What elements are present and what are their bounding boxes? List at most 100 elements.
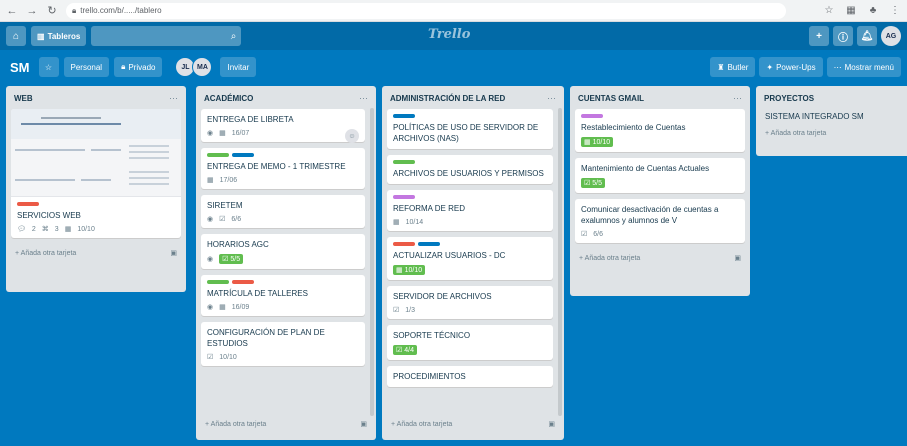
card-badges: ▦ 10/10: [581, 137, 739, 147]
card[interactable]: ENTREGA DE MEMO - 1 TRIMESTRE ▦ 17/06: [201, 148, 365, 189]
scrollbar[interactable]: [370, 108, 374, 416]
label-red: [17, 202, 39, 206]
star-icon: ☆: [44, 62, 53, 72]
template-icon[interactable]: ▣: [360, 420, 367, 428]
card-labels: [393, 160, 547, 164]
checklist-count: 5/5: [230, 255, 241, 263]
list-header[interactable]: WEB ⋯: [11, 90, 181, 106]
card-badges: ☑ 1/3: [393, 306, 547, 315]
card-cover-image: [11, 109, 181, 197]
card[interactable]: CONFIGURACIÓN DE PLAN DE ESTUDIOS ☑ 10/10: [201, 322, 365, 366]
card-labels: [17, 202, 175, 206]
star-icon[interactable]: ☆: [823, 5, 835, 17]
label-purple: [393, 195, 415, 199]
list-title[interactable]: ADMINISTRACIÓN DE LA RED: [390, 94, 505, 103]
card[interactable]: SERVIDOR DE ARCHIVOS ☑ 1/3: [387, 286, 553, 319]
list-web: WEB ⋯ SERVICIOS WEB 💬︎ 2 ⌘ 3 ▦ 10/10 + A…: [6, 86, 186, 292]
card[interactable]: PROCEDIMIENTOS: [387, 366, 553, 387]
due-date: 16/09: [231, 303, 250, 311]
power-ups-button[interactable]: ✦ Power-Ups: [759, 57, 823, 77]
team-button[interactable]: Personal: [63, 57, 110, 77]
butler-button[interactable]: ♜ Butler: [710, 57, 756, 77]
boards-button[interactable]: ▥ Tableros: [31, 26, 87, 46]
info-button[interactable]: ⓘ: [833, 26, 853, 46]
calendar-icon: ▦: [393, 219, 400, 226]
list-menu-icon[interactable]: ⋯: [733, 93, 742, 104]
card-badges: ◉ ☑ 5/5: [207, 254, 359, 264]
star-board-button[interactable]: ☆: [38, 57, 59, 77]
list-title[interactable]: ACADÉMICO: [204, 94, 253, 103]
card[interactable]: MATRÍCULA DE TALLERES ◉ ▦ 16/09: [201, 275, 365, 316]
add-card-label: Añada otra tarjeta: [396, 420, 453, 428]
card[interactable]: HORARIOS AGC ◉ ☑ 5/5: [201, 234, 365, 269]
card-member-avatar[interactable]: ☺: [345, 129, 359, 143]
card[interactable]: REFORMA DE RED ▦ 10/14: [387, 190, 553, 231]
list-header[interactable]: ACADÉMICO ⋯: [201, 90, 371, 106]
label-blue: [393, 114, 415, 118]
board-members: JL MA: [175, 57, 213, 77]
home-button[interactable]: ⌂: [6, 26, 26, 46]
list-header[interactable]: PROYECTOS: [761, 90, 902, 106]
add-card-button[interactable]: + Añada otra tarjeta ▣: [387, 415, 559, 433]
scrollbar[interactable]: [558, 108, 562, 416]
invite-button[interactable]: Invitar: [220, 57, 257, 77]
label-red: [393, 242, 415, 246]
card[interactable]: Comunicar desactivación de cuentas a exa…: [575, 199, 745, 243]
eye-icon: ◉: [207, 256, 214, 263]
card[interactable]: ARCHIVOS DE USUARIOS Y PERMISOS: [387, 155, 553, 184]
board-title[interactable]: SM: [6, 60, 34, 75]
checklist-icon: ☑: [393, 307, 400, 314]
reload-icon[interactable]: ↻: [46, 5, 58, 17]
visibility-button[interactable]: 🔒︎ Privado: [114, 57, 163, 77]
list-title[interactable]: CUENTAS GMAIL: [578, 94, 644, 103]
list-header[interactable]: CUENTAS GMAIL ⋯: [575, 90, 745, 106]
card[interactable]: POLÍTICAS DE USO DE SERVIDOR DE ARCHIVOS…: [387, 109, 553, 149]
card-badges: ☑ 6/6: [581, 230, 739, 239]
card[interactable]: ENTREGA DE LIBRETA ◉ ▦ 16/07 ☺: [201, 109, 365, 143]
browser-toolbar: ← → ↻ 🔒︎ trello.com/b/...../tablero ☆ ▦ …: [0, 0, 907, 22]
show-menu-button[interactable]: ⋯ Mostrar menú: [826, 57, 901, 77]
checklist-count: 10/10: [219, 353, 237, 361]
card[interactable]: ACTUALIZAR USUARIOS - DC ▦ 10/10: [387, 237, 553, 280]
due-date: 16/07: [231, 129, 250, 137]
add-card-button[interactable]: + Añada otra tarjeta ▣: [201, 415, 371, 433]
due-date: 10/10: [404, 266, 423, 274]
list-title[interactable]: WEB: [14, 94, 33, 103]
card[interactable]: SIRETEM ◉ ☑ 6/6: [201, 195, 365, 228]
member-avatar[interactable]: MA: [192, 57, 213, 77]
list-menu-icon[interactable]: ⋯: [359, 93, 368, 104]
search-input[interactable]: ⌕: [91, 26, 242, 46]
trello-logo[interactable]: Trello: [428, 27, 470, 42]
extension-puzzle-icon[interactable]: ♣: [867, 5, 879, 17]
card[interactable]: SOPORTE TÉCNICO ☑ 4/4: [387, 325, 553, 360]
list-title[interactable]: PROYECTOS: [764, 94, 814, 103]
create-button[interactable]: +: [809, 26, 829, 46]
forward-arrow-icon[interactable]: →: [26, 5, 38, 17]
card-badges: ◉ ▦ 16/09: [207, 303, 359, 312]
template-icon[interactable]: ▣: [734, 254, 741, 262]
template-icon[interactable]: ▣: [170, 249, 177, 257]
boards-icon: ▥: [37, 31, 45, 41]
extension-icon[interactable]: ▦: [845, 5, 857, 17]
card[interactable]: Mantenimiento de Cuentas Actuales ☑ 5/5: [575, 158, 745, 193]
address-bar[interactable]: 🔒︎ trello.com/b/...../tablero: [66, 2, 786, 19]
checklist-badge: ☑ 4/4: [393, 345, 418, 355]
back-arrow-icon[interactable]: ←: [6, 5, 18, 17]
card[interactable]: SERVICIOS WEB 💬︎ 2 ⌘ 3 ▦ 10/10: [11, 109, 181, 238]
butler-label: Butler: [727, 62, 749, 72]
eye-icon: ◉: [207, 304, 214, 311]
list-menu-icon[interactable]: ⋯: [169, 93, 178, 104]
add-card-button[interactable]: + Añada otra tarjeta ▣: [11, 244, 181, 262]
card[interactable]: SISTEMA INTEGRADO SM: [761, 109, 902, 124]
card[interactable]: Restablecimiento de Cuentas ▦ 10/10: [575, 109, 745, 152]
list-header[interactable]: ADMINISTRACIÓN DE LA RED ⋯: [387, 90, 559, 106]
eye-icon: ◉: [207, 130, 214, 137]
user-avatar[interactable]: AG: [881, 26, 901, 46]
template-icon[interactable]: ▣: [548, 420, 555, 428]
add-card-button[interactable]: + Añada otra tarjeta: [761, 126, 902, 140]
add-card-button[interactable]: + Añada otra tarjeta ▣: [575, 249, 745, 267]
notifications-button[interactable]: 🔔︎: [857, 26, 877, 46]
browser-menu-icon[interactable]: ⋮: [889, 5, 901, 17]
checklist-count: 3: [54, 225, 59, 233]
list-menu-icon[interactable]: ⋯: [547, 93, 556, 104]
